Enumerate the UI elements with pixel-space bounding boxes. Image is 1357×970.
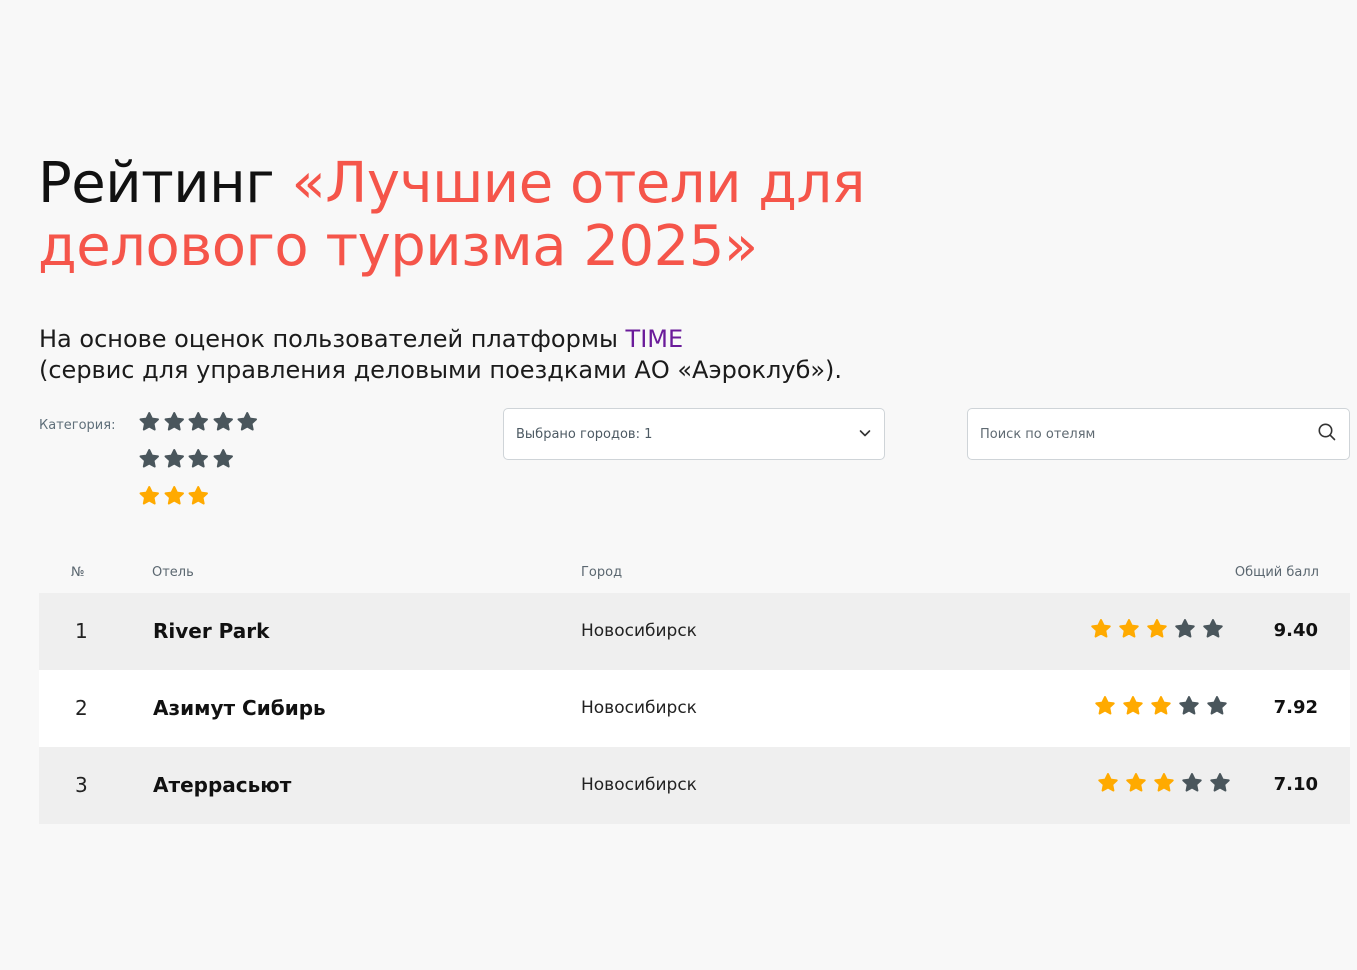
subtitle-line1: На основе оценок пользователей платформы… [39,324,1039,355]
star-icon [1098,773,1118,792]
chevron-down-icon [858,425,872,444]
star-icon [1095,696,1115,715]
hotel-score: 9.40 [1273,620,1318,641]
header-city: Город [581,565,623,580]
hotel-search-input[interactable] [980,426,1317,442]
star-icon [213,449,233,468]
star-icon [164,412,184,431]
hotel-score: 7.10 [1273,774,1318,795]
city-select-value: Выбрано городов: 1 [516,426,653,442]
search-icon[interactable] [1317,422,1337,446]
hotel-city: Новосибирск [581,775,697,795]
title-accent-line1: «Лучшие отели для [291,151,865,216]
page-subtitle: На основе оценок пользователей платформы… [39,324,1039,386]
star-icon [164,486,184,505]
city-select[interactable]: Выбрано городов: 1 [503,408,885,460]
table-row[interactable]: 1 River Park Новосибирск 9.40 [39,593,1350,670]
star-icon [213,412,233,431]
star-icon [1123,696,1143,715]
subtitle-prefix: На основе оценок пользователей платформы [39,325,626,353]
hotel-city: Новосибирск [581,698,697,718]
hotel-name: Атеррасьют [153,773,292,797]
page-title: Рейтинг «Лучшие отели для делового туризм… [38,152,938,278]
header-score: Общий балл [1234,565,1319,580]
title-plain: Рейтинг [38,151,292,216]
row-number: 1 [75,619,88,643]
table-row[interactable]: 3 Атеррасьют Новосибирск 7.10 [39,747,1350,824]
star-icon [164,449,184,468]
category-option-5-stars[interactable] [138,411,259,435]
header-hotel: Отель [152,565,194,580]
star-icon [1091,619,1111,638]
table-row[interactable]: 2 Азимут Сибирь Новосибирск 7.92 [39,670,1350,747]
star-icon [1154,773,1174,792]
subtitle-line2: (сервис для управления деловыми поездкам… [39,356,843,384]
star-icon [188,486,208,505]
header-number: № [71,565,85,580]
row-number: 2 [75,696,88,720]
row-number: 3 [75,773,88,797]
star-icon [1119,619,1139,638]
hotel-stars [1094,695,1228,717]
star-icon [139,449,159,468]
hotel-search-box [967,408,1350,460]
star-icon [1210,773,1230,792]
star-icon [1179,696,1199,715]
star-icon [139,486,159,505]
hotel-name: River Park [153,619,270,643]
hotel-stars [1090,618,1224,640]
star-icon [1151,696,1171,715]
star-icon [237,412,257,431]
hotel-name: Азимут Сибирь [153,696,326,720]
star-icon [1203,619,1223,638]
hotel-stars [1097,772,1231,794]
star-icon [1126,773,1146,792]
hotel-city: Новосибирск [581,621,697,641]
star-icon [1175,619,1195,638]
star-icon [188,412,208,431]
category-label: Категория: [39,418,116,433]
star-icon [188,449,208,468]
category-option-3-stars[interactable] [138,485,210,509]
star-icon [139,412,159,431]
hotel-score: 7.92 [1273,697,1318,718]
star-icon [1147,619,1167,638]
category-option-4-stars[interactable] [138,448,234,472]
subtitle-brand: TIME [625,325,684,353]
title-accent-line2: делового туризма 2025» [38,214,758,279]
star-icon [1182,773,1202,792]
table-header: № Отель Город Общий балл [39,562,1319,584]
star-icon [1207,696,1227,715]
